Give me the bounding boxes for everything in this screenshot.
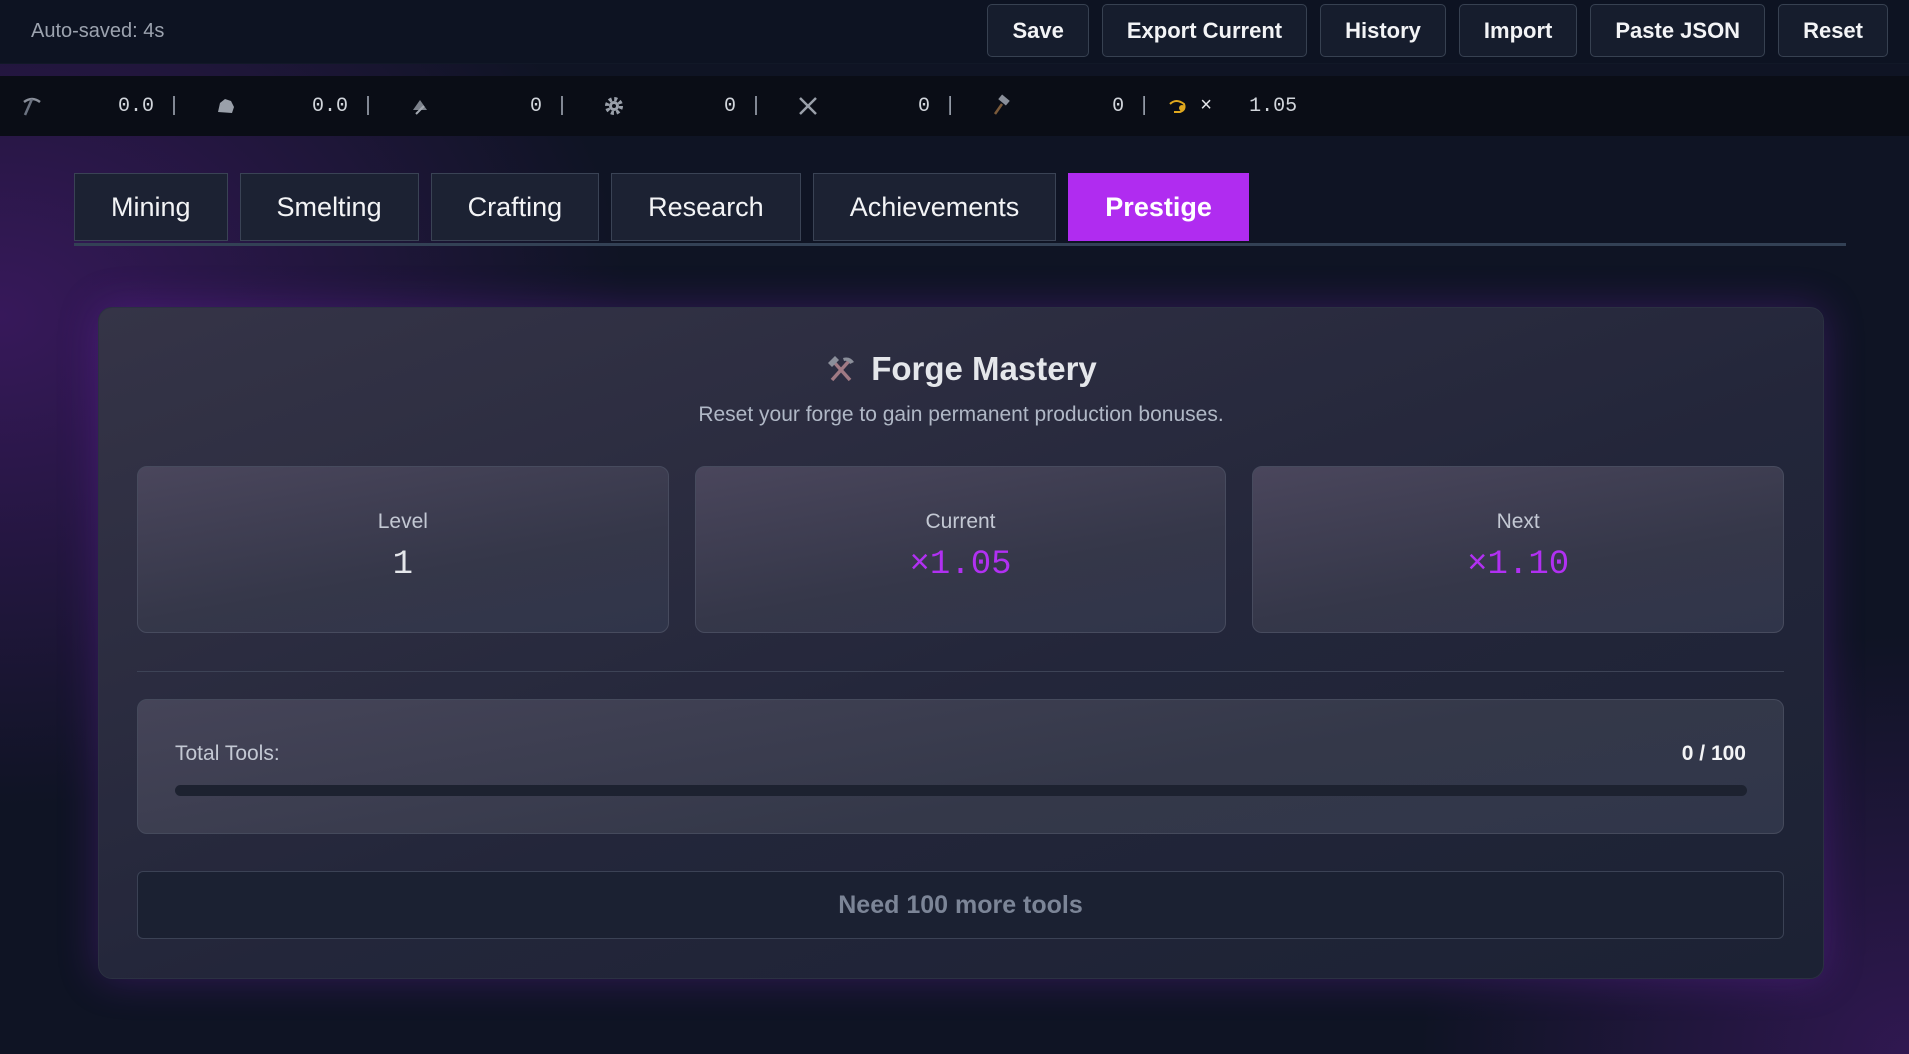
hand-coin-icon [1169,100,1186,113]
top-bar: Auto-saved: 4s Save Export Current Histo… [0,0,1909,64]
current-label: Current [925,510,996,533]
ingot-count: 0 [530,94,543,118]
paste-json-button[interactable]: Paste JSON [1590,4,1766,57]
resource-bar: 0.0 | 0.0 | 0 | 0 | 0 | 0 | × 1.05 [0,76,1909,136]
level-card: Level 1 [137,466,669,633]
ingot-icon [413,100,428,115]
next-value: ×1.10 [1467,546,1570,584]
export-current-button[interactable]: Export Current [1101,4,1308,57]
ore-icon [218,99,235,113]
ore-count: 0.0 [312,94,349,118]
divider [137,671,1784,672]
resource-ingot: 0 | [388,76,582,136]
resource-ore: 0.0 | [194,76,388,136]
resource-swords: 0 | [776,76,970,136]
tab-crafting[interactable]: Crafting [430,173,600,241]
resource-pickaxe: 0.0 | [0,76,194,136]
tab-smelting[interactable]: Smelting [239,173,419,241]
pickaxe-count: 0.0 [117,94,154,118]
hammer-icon [994,94,1010,115]
progress-track [175,785,1747,796]
save-button[interactable]: Save [987,4,1089,57]
tab-achievements[interactable]: Achievements [812,173,1057,241]
crossed-swords-icon [799,97,817,115]
action-toolbar: Save Export Current History Import Paste… [987,4,1888,57]
level-label: Level [377,510,428,533]
resource-hammer: 0 | [970,76,1164,136]
gear-icon [605,97,624,115]
level-value: 1 [392,546,414,584]
hammer-count: 0 [1112,94,1125,118]
panel-title-text: Forge Mastery [871,350,1097,387]
stats-row: Level 1 Current ×1.05 Next ×1.10 [137,466,1785,633]
multiplier-symbol: × [1200,94,1213,118]
import-button[interactable]: Import [1458,4,1578,57]
current-card: Current ×1.05 [694,466,1227,633]
panel-title: Forge Mastery [99,350,1823,388]
autosave-status: Auto-saved: 4s [31,20,165,42]
history-button[interactable]: History [1320,4,1446,57]
gear-count: 0 [724,94,737,118]
next-card: Next ×1.10 [1252,466,1785,633]
prestige-panel: Forge Mastery Reset your forge to gain p… [98,307,1824,979]
multiplier-display: × 1.05 [1164,94,1297,118]
tools-progress-label: Total Tools: [175,742,280,765]
tab-prestige[interactable]: Prestige [1068,173,1249,241]
prestige-button[interactable]: Need 100 more tools [137,871,1784,939]
swords-count: 0 [918,94,931,118]
tab-research[interactable]: Research [611,173,801,241]
tab-bar: Mining Smelting Crafting Research Achiev… [74,173,1846,246]
reset-button[interactable]: Reset [1778,4,1888,57]
tools-progress: Total Tools: 0 / 100 [137,699,1784,834]
tab-mining[interactable]: Mining [74,173,228,241]
multiplier-value: 1.05 [1249,94,1298,118]
tools-progress-value: 0 / 100 [1681,742,1746,765]
next-label: Next [1496,510,1540,533]
panel-subtitle: Reset your forge to gain permanent produ… [698,403,1224,426]
current-value: ×1.05 [909,546,1012,584]
hammer-pick-icon [828,356,855,382]
pickaxe-icon [23,97,41,116]
resource-gear: 0 | [582,76,776,136]
